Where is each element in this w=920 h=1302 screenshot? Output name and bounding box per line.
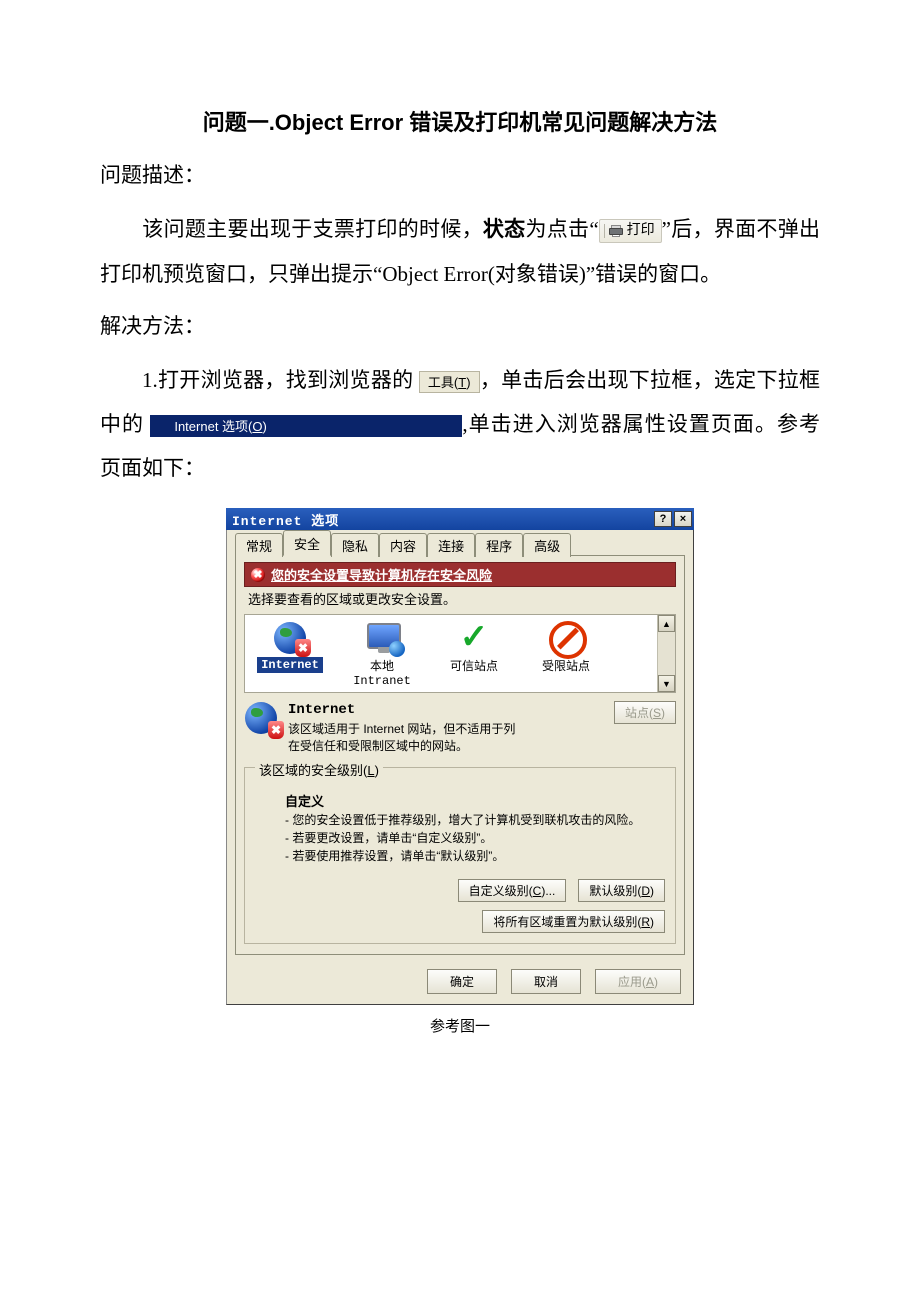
- separator: [604, 224, 605, 238]
- tab-panel-security: ✖ 您的安全设置导致计算机存在安全风险 选择要查看的区域或更改安全设置。 ✖ I…: [235, 555, 685, 955]
- security-level-group: 该区域的安全级别(L) 自定义 - 您的安全设置低于推荐级别，增大了计算机受到联…: [244, 767, 676, 945]
- p1a: 该问题主要出现于支票打印的时候，: [142, 217, 483, 241]
- zone-internet-label: Internet: [257, 657, 323, 673]
- menu-item-text: Internet 选项(: [174, 413, 252, 440]
- group-legend: 该区域的安全级别(L): [255, 760, 383, 779]
- menu-accel: O: [252, 413, 262, 440]
- security-warning-bar: ✖ 您的安全设置导致计算机存在安全风险: [244, 562, 676, 587]
- help-button[interactable]: ?: [654, 511, 672, 527]
- zone-trusted-label: 可信站点: [437, 657, 511, 674]
- reset-close: ): [650, 915, 654, 929]
- level-line-1: - 您的安全设置低于推荐级别，增大了计算机受到联机攻击的风险。: [285, 811, 665, 829]
- tab-privacy[interactable]: 隐私: [331, 533, 379, 557]
- zone-restricted-label: 受限站点: [529, 657, 603, 674]
- tools-text: 工具(: [428, 369, 458, 396]
- dialog-bottom-buttons: 确定 取消 应用(A): [235, 969, 685, 994]
- tabs: 常规 安全 隐私 内容 连接 程序 高级: [235, 534, 685, 556]
- apply-t: 应用(: [618, 975, 646, 989]
- cancel-button[interactable]: 取消: [511, 969, 581, 994]
- zone-trusted[interactable]: ✓ 可信站点: [437, 621, 511, 674]
- apply-close: ): [654, 975, 658, 989]
- sites-button[interactable]: 站点(S): [614, 701, 676, 724]
- custom-level-button[interactable]: 自定义级别(C)...: [458, 879, 567, 902]
- level-buttons: 自定义级别(C)... 默认级别(D): [255, 879, 665, 902]
- check-icon: ✓: [458, 622, 490, 654]
- reset-row: 将所有区域重置为默认级别(R): [255, 910, 665, 933]
- default-close: ): [650, 884, 654, 898]
- p2a: 1.打开浏览器，找到浏览器的: [142, 368, 413, 392]
- zone-intranet-label: 本地: [345, 657, 419, 674]
- level-block: 自定义 - 您的安全设置低于推荐级别，增大了计算机受到联机攻击的风险。 - 若要…: [285, 792, 665, 866]
- forbidden-icon: [549, 621, 587, 659]
- custom-t: 自定义级别(: [469, 884, 533, 898]
- section-solution: 解决方法：: [100, 310, 820, 340]
- zone-internet[interactable]: ✖ Internet: [253, 621, 327, 673]
- custom-suffix: )...: [541, 884, 555, 898]
- scroll-down-icon[interactable]: ▼: [658, 675, 675, 692]
- tab-security[interactable]: 安全: [283, 530, 331, 556]
- zone-detail-desc: 该区域适用于 Internet 网站，但不适用于列在受信任和受限制区域中的网站。: [288, 721, 518, 755]
- zone-instruction: 选择要查看的区域或更改安全设置。: [248, 589, 676, 608]
- zone-intranet-label2: Intranet: [345, 674, 419, 688]
- doc-title: 问题一.Object Error 错误及打印机常见问题解决方法: [100, 105, 820, 137]
- tab-advanced[interactable]: 高级: [523, 533, 571, 557]
- tools-text2: ): [466, 369, 470, 396]
- reset-all-button[interactable]: 将所有区域重置为默认级别(R): [482, 910, 665, 933]
- scroll-up-icon[interactable]: ▲: [658, 615, 675, 632]
- default-t: 默认级别(: [589, 884, 641, 898]
- tab-connections[interactable]: 连接: [427, 533, 475, 557]
- internet-options-menuitem: Internet 选项(O): [150, 415, 462, 437]
- printer-icon: [609, 225, 623, 237]
- default-accel: D: [641, 884, 650, 898]
- shield-x-icon: ✖: [268, 721, 284, 739]
- para-problem: 该问题主要出现于支票打印的时候，状态为点击“ 打印 ”后，界面不弹出打印机预览窗…: [100, 207, 820, 296]
- section-problem-desc: 问题描述：: [100, 159, 820, 189]
- dialog-title: Internet 选项: [232, 510, 652, 529]
- sites-accel: S: [653, 706, 661, 720]
- legend-a: 该区域的安全级别(: [259, 763, 367, 778]
- zone-list: ✖ Internet 本地 Intranet ✓ 可信站点 受限站点: [244, 614, 676, 693]
- level-head: 自定义: [285, 792, 665, 812]
- figure-caption: 参考图一: [100, 1015, 820, 1036]
- level-line-3: - 若要使用推荐设置，请单击“默认级别”。: [285, 847, 665, 865]
- shield-x-icon: ✖: [295, 639, 311, 657]
- p1b: 为点击“: [525, 217, 598, 241]
- zone-restricted[interactable]: 受限站点: [529, 621, 603, 674]
- internet-options-dialog: Internet 选项 ? × 常规 安全 隐私 内容 连接 程序 高级 ✖ 您…: [226, 508, 694, 1005]
- reset-t: 将所有区域重置为默认级别(: [493, 915, 641, 929]
- security-warning-text: 您的安全设置导致计算机存在安全风险: [271, 565, 492, 584]
- zone-intranet[interactable]: 本地 Intranet: [345, 621, 419, 688]
- reset-accel: R: [641, 915, 650, 929]
- tab-content[interactable]: 内容: [379, 533, 427, 557]
- tab-programs[interactable]: 程序: [475, 533, 523, 557]
- print-button-chip: 打印: [599, 219, 662, 243]
- dialog-body: 常规 安全 隐私 内容 连接 程序 高级 ✖ 您的安全设置导致计算机存在安全风险…: [226, 530, 694, 1005]
- zone-scrollbar[interactable]: ▲ ▼: [657, 615, 675, 692]
- zone-detail-head: Internet: [288, 701, 518, 721]
- print-label: 打印: [627, 224, 655, 238]
- legend-accel: L: [367, 763, 374, 778]
- dialog-titlebar: Internet 选项 ? ×: [226, 508, 694, 530]
- warning-x-icon: ✖: [251, 568, 265, 582]
- p1-state: 状态: [483, 218, 526, 241]
- sites-close: ): [661, 706, 665, 720]
- sites-btn-text: 站点(: [625, 706, 653, 720]
- ok-button[interactable]: 确定: [427, 969, 497, 994]
- apply-button[interactable]: 应用(A): [595, 969, 681, 994]
- apply-accel: A: [646, 975, 654, 989]
- tab-general[interactable]: 常规: [235, 533, 283, 557]
- tools-accel: T: [458, 369, 466, 396]
- zone-detail: ✖ Internet 该区域适用于 Internet 网站，但不适用于列在受信任…: [244, 701, 676, 754]
- close-button[interactable]: ×: [674, 511, 692, 527]
- mini-globe-icon: [389, 641, 405, 657]
- default-level-button[interactable]: 默认级别(D): [578, 879, 665, 902]
- legend-close: ): [375, 763, 379, 778]
- level-line-2: - 若要更改设置，请单击“自定义级别”。: [285, 829, 665, 847]
- para-step1: 1.打开浏览器，找到浏览器的 工具(T) ，单击后会出现下拉框，选定下拉框中的 …: [100, 358, 820, 490]
- menu-item-text2: ): [263, 413, 267, 440]
- tools-menu-chip: 工具(T): [419, 371, 480, 393]
